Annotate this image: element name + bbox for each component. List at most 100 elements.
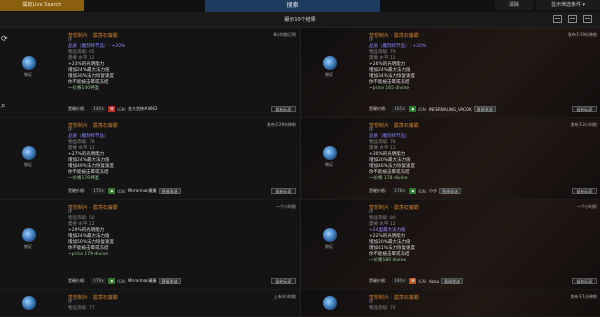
price-label: 是硬价格:	[68, 278, 86, 283]
ring-icon[interactable]	[323, 146, 337, 160]
price-label: 是硬价格:	[369, 278, 387, 283]
ring-icon[interactable]	[22, 56, 36, 70]
view-toggle-group	[553, 15, 592, 23]
search-button[interactable]: 搜索	[205, 0, 380, 12]
currency-icon: ◆	[409, 106, 417, 112]
top-toolbar: 開啟Live Search 搜索 清除 显示筛选条件 ▾	[0, 0, 600, 12]
copy-player-button[interactable]: 复制玩家	[271, 106, 296, 112]
listed-time: 发布于1分钟前	[570, 294, 597, 299]
item-mods: 环品质（魔刻师节品） 物品等级: 78 需要 水平 12 +27%的光明能力 增加24%…	[68, 128, 114, 182]
result-card: 梦想制片 · 震荡石魔霸 上市4小时前环物品等级: 77	[0, 290, 300, 317]
currency-icon: 神	[409, 278, 417, 284]
ign-label: IGN:	[418, 188, 427, 194]
item-tag: 物证	[24, 162, 32, 167]
result-count: 顯示10个结果	[284, 17, 316, 23]
list-view-icon[interactable]	[568, 15, 577, 23]
result-card: 梦想制片 · 震荡石魔霸 发布于1分钟前环物品等级: 76	[301, 290, 600, 317]
price-row: 是硬价格: 170× ◆ IGN: Mirrorman藥藥 直接发送	[68, 187, 181, 195]
price-value: 179×	[91, 278, 107, 284]
compact-view-icon[interactable]	[583, 15, 592, 23]
mod-line: ~price 179 divine	[68, 252, 109, 257]
copy-player-button[interactable]: 复制玩家	[572, 278, 597, 284]
mod-line: 物品等级: 77	[68, 306, 95, 311]
item-tag: 物证	[325, 244, 333, 249]
result-card: 梦想制片 · 震荡石魔霸 发布于19分钟前 物证环品质（魔刻师节品）: +20% 物品…	[301, 28, 600, 118]
copy-player-button[interactable]: 复制玩家	[271, 188, 296, 194]
show-filters-button[interactable]: 显示筛选条件 ▾	[536, 0, 600, 10]
result-card: 梦想制片 · 震荡石魔霸 发布于29分钟前 物证环品质（魔刻师节品） 物品等级: 78…	[0, 118, 300, 200]
price-label: 是硬价格:	[369, 188, 387, 193]
ign-label: IGN:	[117, 106, 126, 112]
price-value: 165×	[392, 106, 408, 112]
copy-player-button[interactable]: 复制玩家	[572, 188, 597, 194]
direct-whisper-button[interactable]: 直接发送	[158, 188, 181, 194]
copy-player-button[interactable]: 复制玩家	[572, 106, 597, 112]
result-card: 梦想制片 · 震荡石魔霸 一个小时前 物证环物品等级: 80 需要 水平 12 +24里…	[301, 200, 600, 290]
result-card: 梦想制片 · 震荡石魔霸 一个小时前 物证环物品等级: 50 需要 水平 12 +29%…	[0, 200, 300, 290]
results-header: 顯示10个结果	[0, 12, 600, 28]
mod-line: 物品等级: 76	[369, 306, 396, 311]
listed-time: 发布于19分钟前	[567, 32, 597, 37]
listed-time: 一个小时前	[577, 204, 597, 209]
currency-icon: ◆	[108, 188, 116, 194]
ring-icon[interactable]	[22, 296, 36, 310]
item-tag: 物证	[325, 72, 333, 77]
price-row: 是硬价格: 178× ◆ IGN: 小沙 直接发送	[369, 187, 461, 195]
seller-name[interactable]: 小沙	[429, 188, 437, 194]
seller-name[interactable]: Mirrorman藥藥	[128, 278, 157, 284]
live-search-button[interactable]: 開啟Live Search	[0, 0, 84, 11]
seller-name[interactable]: 金大剑侠#4662	[128, 106, 158, 112]
copy-player-button[interactable]: 复制玩家	[271, 278, 296, 284]
ring-icon[interactable]	[22, 228, 36, 242]
seller-name[interactable]: INFERNALING_VACOK	[429, 107, 472, 112]
price-value: 140×	[91, 106, 107, 112]
item-tag: 物证	[24, 72, 32, 77]
item-mods: 环物品等级: 76	[369, 300, 396, 312]
item-mods: 环物品等级: 77	[68, 300, 95, 312]
listed-time: 发布于2小时前	[570, 122, 597, 127]
item-tag: 物证	[24, 244, 32, 249]
seller-name[interactable]: Mirrorman藥藥	[128, 188, 157, 194]
result-card: 梦想制片 · 震荡石魔霸 8小时前已列 物证环品质（魔刻师节品）: +20% 物品等级…	[0, 28, 300, 118]
price-row: 是硬价格: 140× 神 IGN: 金大剑侠#4662	[68, 105, 158, 113]
magnify-icon[interactable]: ⌕	[1, 101, 10, 110]
ign-label: IGN:	[117, 278, 126, 284]
mod-line: 一价格170神圣	[68, 176, 100, 181]
item-tag: 物证	[325, 162, 333, 167]
ign-label: IGN:	[117, 188, 126, 194]
currency-icon: 神	[108, 106, 116, 112]
listed-time: 上市4小时前	[273, 294, 296, 299]
price-value: 170×	[91, 188, 107, 194]
ign-label: IGN:	[418, 278, 427, 284]
price-row: 是硬价格: 165× ◆ IGN: INFERNALING_VACOK 直接发送	[369, 105, 496, 113]
mod-line: 一价格 178 divine	[369, 176, 408, 181]
item-mods: 环品质（魔刻师节品）: +20% 物品等级: 65 需要 水平 12 +23%的光明能…	[68, 38, 125, 92]
ring-icon[interactable]	[323, 296, 337, 310]
seller-name[interactable]: Aeau	[429, 279, 439, 284]
grid-view-icon[interactable]	[553, 15, 562, 23]
price-label: 是硬价格:	[68, 106, 86, 111]
direct-whisper-button[interactable]: 直接发送	[473, 106, 496, 112]
result-card: 梦想制片 · 震荡石魔霸 发布于2小时前 物证环品质（魔刻师节品） 物品等级: 78 需…	[301, 118, 600, 200]
currency-icon: ◆	[108, 278, 116, 284]
price-value: 180×	[392, 278, 408, 284]
item-mods: 环品质（魔刻师节品）: +20% 物品等级: 79 需要 水平 12 +26%的光明能…	[369, 38, 426, 92]
mod-line: ~price 165 divine	[369, 86, 410, 91]
direct-whisper-button[interactable]: 直接发送	[441, 278, 464, 284]
ign-label: IGN:	[418, 106, 427, 112]
mod-line: 一价格140神圣	[68, 86, 100, 91]
ring-icon[interactable]	[22, 146, 36, 160]
refresh-icon[interactable]: ⟳	[1, 34, 10, 43]
ring-icon[interactable]	[323, 56, 337, 70]
listed-time: 一个小时前	[276, 204, 296, 209]
clear-button[interactable]: 清除	[495, 0, 533, 10]
price-value: 178×	[392, 188, 408, 194]
ring-icon[interactable]	[323, 228, 337, 242]
direct-whisper-button[interactable]: 直接发送	[158, 278, 181, 284]
item-mods: 环品质（魔刻师节品） 物品等级: 78 需要 水平 12 +30%的光明能力 增加20%…	[369, 128, 415, 182]
listed-time: 8小时前已列	[273, 32, 296, 37]
direct-whisper-button[interactable]: 直接发送	[438, 188, 461, 194]
listed-time: 发布于29分钟前	[266, 122, 296, 127]
price-label: 是硬价格:	[369, 106, 387, 111]
item-mods: 环物品等级: 80 需要 水平 12 +24里最大法力值 +22%的光明能力 增加20%…	[369, 210, 415, 264]
